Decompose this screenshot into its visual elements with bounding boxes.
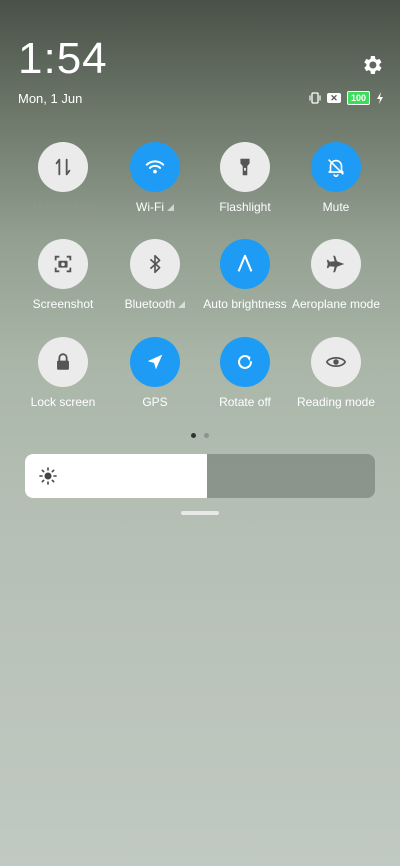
rotate-button[interactable] bbox=[220, 337, 270, 387]
tile-label: Rotate off bbox=[219, 395, 271, 409]
tile-auto-brightness[interactable]: Auto brightness bbox=[197, 239, 293, 311]
tile-label-row: Bluetooth bbox=[107, 297, 203, 311]
status-icons: ✕ 100 bbox=[309, 91, 384, 105]
battery-indicator: 100 bbox=[346, 91, 370, 105]
lock-icon bbox=[57, 353, 69, 370]
auto-brightness-button[interactable] bbox=[220, 239, 270, 289]
screenshot-icon bbox=[54, 255, 72, 273]
bluetooth-icon bbox=[149, 254, 161, 274]
gps-arrow-icon bbox=[147, 354, 163, 370]
rotate-icon bbox=[238, 355, 252, 369]
eye-icon bbox=[325, 357, 347, 367]
tile-bluetooth[interactable]: Bluetooth bbox=[107, 239, 203, 311]
signal-triangle-icon bbox=[178, 301, 186, 308]
brightness-slider[interactable] bbox=[25, 454, 375, 498]
reading-mode-button[interactable] bbox=[311, 337, 361, 387]
tile-mute[interactable]: Mute bbox=[288, 142, 384, 214]
bluetooth-button[interactable] bbox=[130, 239, 180, 289]
clock: 1:54 bbox=[18, 34, 108, 83]
tile-label: GPS bbox=[142, 395, 168, 409]
mute-button[interactable] bbox=[311, 142, 361, 192]
tile-rotate[interactable]: Rotate off bbox=[197, 337, 293, 409]
tile-label: Wi-Fi bbox=[136, 200, 164, 214]
gps-button[interactable] bbox=[130, 337, 180, 387]
flashlight-icon bbox=[240, 158, 250, 176]
date: Mon, 1 Jun bbox=[18, 91, 83, 106]
tile-wifi[interactable]: Wi-Fi bbox=[107, 142, 203, 214]
signal-triangle-icon bbox=[166, 204, 174, 211]
charging-bolt-icon bbox=[377, 92, 383, 104]
page-indicator bbox=[0, 433, 400, 438]
tile-gps[interactable]: GPS bbox=[107, 337, 203, 409]
tile-label: Screenshot bbox=[32, 297, 94, 311]
flashlight-button[interactable] bbox=[220, 142, 270, 192]
tile-label: Reading mode bbox=[296, 395, 376, 409]
tile-label: Mute bbox=[322, 200, 350, 214]
panel-drag-handle[interactable] bbox=[181, 511, 219, 515]
tile-screenshot[interactable]: Screenshot bbox=[15, 239, 111, 311]
settings-gear-icon[interactable] bbox=[360, 53, 384, 77]
tile-flashlight[interactable]: Flashlight bbox=[197, 142, 293, 214]
vibrate-icon bbox=[309, 92, 321, 104]
tile-label: Auto brightness bbox=[203, 297, 287, 311]
tile-label: Mobile data bbox=[31, 200, 95, 214]
mute-bell-icon bbox=[328, 159, 344, 177]
tile-aeroplane-mode[interactable]: Aeroplane mode bbox=[288, 239, 384, 311]
airplane-icon bbox=[326, 255, 345, 273]
lock-screen-button[interactable] bbox=[38, 337, 88, 387]
page-dot-active[interactable] bbox=[191, 433, 196, 438]
tile-reading-mode[interactable]: Reading mode bbox=[288, 337, 384, 409]
screenshot-button[interactable] bbox=[38, 239, 88, 289]
aeroplane-mode-button[interactable] bbox=[311, 239, 361, 289]
wifi-icon bbox=[145, 160, 165, 174]
wifi-button[interactable] bbox=[130, 142, 180, 192]
tile-mobile-data[interactable]: Mobile data bbox=[15, 142, 111, 214]
mobile-data-button[interactable] bbox=[38, 142, 88, 192]
mobile-data-icon bbox=[55, 158, 71, 176]
tile-label: Lock screen bbox=[30, 395, 96, 409]
tile-label: Flashlight bbox=[219, 200, 271, 214]
tile-label: Aeroplane mode bbox=[291, 297, 381, 311]
tile-lock-screen[interactable]: Lock screen bbox=[15, 337, 111, 409]
page-dot[interactable] bbox=[204, 433, 209, 438]
tile-label-row: Wi-Fi bbox=[107, 200, 203, 214]
brightness-sun-icon bbox=[39, 467, 57, 485]
tile-label: Bluetooth bbox=[124, 297, 176, 311]
auto-brightness-icon bbox=[237, 254, 253, 272]
no-sim-icon: ✕ bbox=[326, 93, 341, 103]
